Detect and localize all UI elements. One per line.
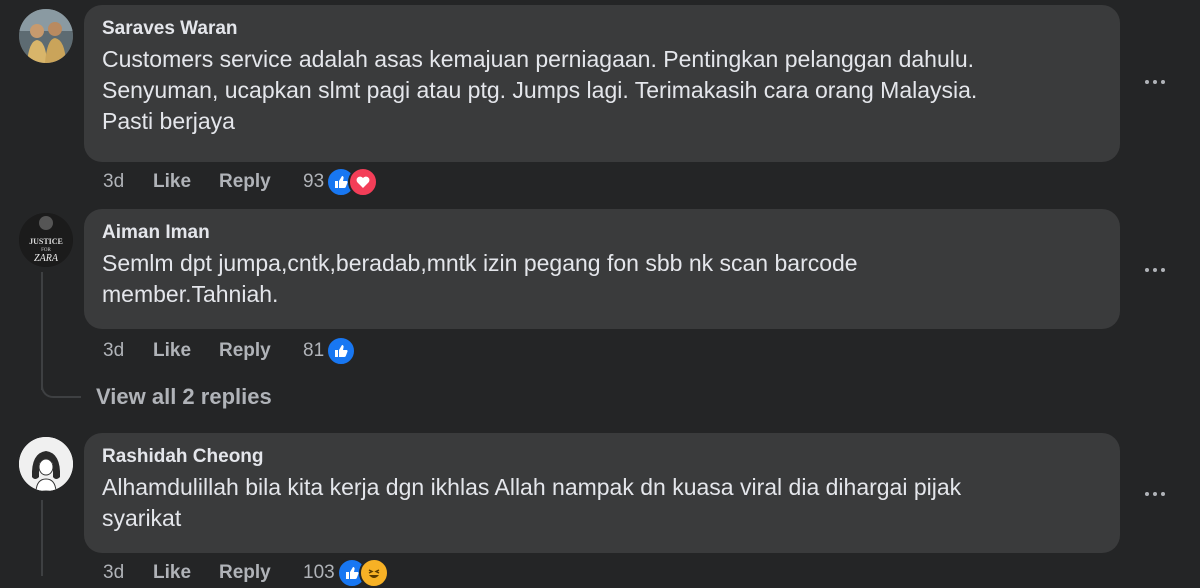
comment-author[interactable]: Rashidah Cheong — [102, 445, 1102, 469]
reply-button[interactable]: Reply — [219, 562, 303, 584]
comment-line: Semlm dpt jumpa,cntk,beradab,mntk izin p… — [102, 250, 858, 276]
like-button[interactable]: Like — [153, 340, 219, 362]
more-options-icon[interactable] — [1143, 258, 1167, 282]
comment-bubble: Saraves Waran Customers service adalah a… — [84, 5, 1120, 162]
avatar[interactable] — [19, 437, 73, 491]
comment-bubble: Rashidah Cheong Alhamdulillah bila kita … — [84, 433, 1120, 553]
thread-line — [41, 272, 43, 390]
like-icon — [326, 336, 357, 366]
comment-line: member.Tahniah. — [102, 281, 279, 307]
comment-author[interactable]: Aiman Iman — [102, 221, 1102, 245]
comment-line: Pasti berjaya — [102, 108, 235, 134]
haha-icon — [358, 558, 389, 588]
view-replies-link[interactable]: View all 2 replies — [96, 384, 272, 410]
comment-bubble: Aiman Iman Semlm dpt jumpa,cntk,beradab,… — [84, 209, 1120, 329]
comment-age[interactable]: 3d — [103, 171, 153, 193]
thread-line — [41, 500, 43, 576]
reactions-count[interactable]: 81 — [303, 340, 324, 362]
comment-actions: 3d Like Reply 81 — [103, 336, 357, 366]
comment-actions: 3d Like Reply 103 — [103, 558, 389, 588]
reactions-count[interactable]: 93 — [303, 171, 324, 193]
reply-button[interactable]: Reply — [219, 171, 303, 193]
comment-line: Senyuman, ucapkan slmt pagi atau ptg. Ju… — [102, 77, 978, 103]
avatar[interactable] — [19, 9, 73, 63]
comment-line: Customers service adalah asas kemajuan p… — [102, 46, 975, 72]
comment-author[interactable]: Saraves Waran — [102, 17, 1102, 41]
like-button[interactable]: Like — [153, 171, 219, 193]
comment-line: Alhamdulillah bila kita kerja dgn ikhlas… — [102, 474, 962, 500]
more-options-icon[interactable] — [1143, 70, 1167, 94]
avatar[interactable]: JUSTICE FOR ZARA — [19, 213, 73, 267]
comment-actions: 3d Like Reply 93 — [103, 167, 379, 197]
avatar-text: ZARA — [34, 253, 59, 264]
reply-button[interactable]: Reply — [219, 340, 303, 362]
love-icon — [348, 167, 379, 197]
more-options-icon[interactable] — [1143, 482, 1167, 506]
comment-text: Semlm dpt jumpa,cntk,beradab,mntk izin p… — [102, 248, 1102, 310]
comment-age[interactable]: 3d — [103, 562, 153, 584]
thread-line-curve — [41, 376, 81, 398]
reactions-count[interactable]: 103 — [303, 562, 335, 584]
avatar-text: JUSTICE — [29, 237, 63, 246]
comment-text: Customers service adalah asas kemajuan p… — [102, 44, 1102, 137]
comment-age[interactable]: 3d — [103, 340, 153, 362]
comment-line: syarikat — [102, 505, 182, 531]
like-button[interactable]: Like — [153, 562, 219, 584]
comment-text: Alhamdulillah bila kita kerja dgn ikhlas… — [102, 472, 1102, 534]
